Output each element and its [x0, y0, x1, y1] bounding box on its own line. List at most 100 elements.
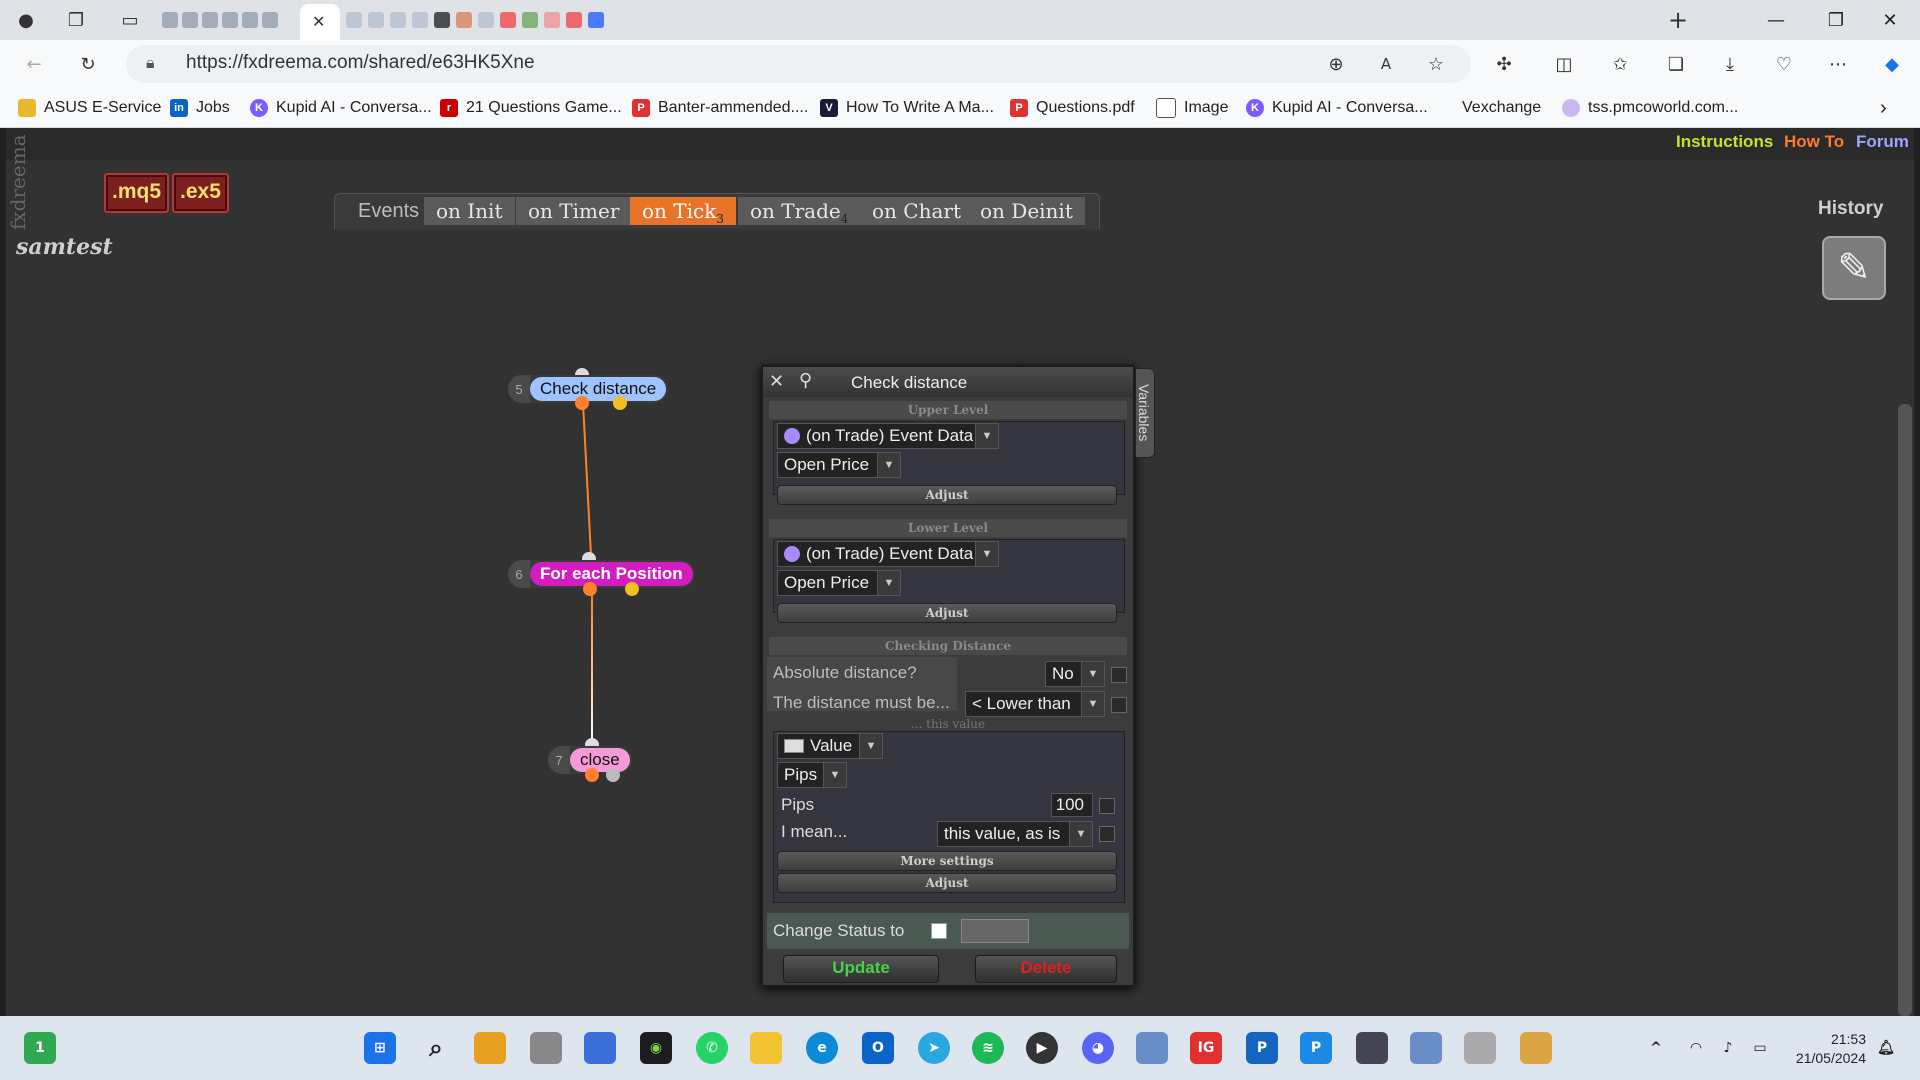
telegram-icon[interactable]: ➤ — [918, 1032, 950, 1064]
battery-icon[interactable]: ▭ — [1744, 1032, 1776, 1064]
favorites-icon[interactable]: ✩ — [1604, 48, 1636, 80]
new-tab-icon[interactable]: + — [1662, 4, 1694, 36]
zoom-icon[interactable]: ⊕ — [1320, 48, 1352, 80]
volume-icon[interactable]: ♪ — [1712, 1032, 1744, 1064]
task-view-icon[interactable] — [530, 1032, 562, 1064]
i-mean-checkbox[interactable] — [1099, 826, 1115, 842]
start-icon[interactable]: ⊞ — [364, 1032, 396, 1064]
pips-input[interactable]: 100 — [1051, 793, 1093, 817]
chevron-down-icon[interactable]: ▼ — [975, 542, 998, 566]
widgets-icon[interactable]: 1 — [24, 1032, 56, 1064]
media-player-icon[interactable]: ▶ — [1026, 1032, 1058, 1064]
chevron-down-icon[interactable]: ▼ — [975, 424, 998, 448]
downloads-icon[interactable]: ⤓ — [1714, 48, 1746, 80]
tab-on-chart[interactable]: on Chart — [860, 197, 974, 225]
bookmark-item[interactable]: r 21 Questions Game... — [440, 98, 622, 118]
minimize-icon[interactable]: — — [1746, 0, 1806, 40]
workspaces-icon[interactable]: ❐ — [60, 4, 92, 36]
instructions-link[interactable]: Instructions — [1676, 132, 1773, 152]
output-connector-yellow[interactable] — [625, 582, 639, 596]
bookmark-item[interactable]: K Kupid AI - Conversa... — [250, 98, 432, 118]
tab-favicon[interactable] — [390, 12, 406, 28]
chevron-down-icon[interactable]: ▼ — [823, 763, 846, 787]
upper-source-select[interactable]: (on Trade) Event Data ▼ — [777, 423, 999, 449]
tab-favicon[interactable] — [456, 12, 472, 28]
collections-icon[interactable]: ❏ — [1660, 48, 1692, 80]
bookmark-item[interactable]: ASUS E-Service — [18, 98, 161, 118]
mq5-button[interactable]: .mq5 — [104, 173, 170, 213]
tab-on-init[interactable]: on Init — [424, 197, 516, 225]
system-clock[interactable]: 21:53 21/05/2024 — [1776, 1030, 1866, 1068]
bookmark-item[interactable]: tss.pmcoworld.com... — [1562, 98, 1738, 118]
wifi-icon[interactable]: ◠ — [1680, 1032, 1712, 1064]
p-app-icon[interactable]: P — [1246, 1032, 1278, 1064]
app-icon[interactable] — [584, 1032, 616, 1064]
discord-icon[interactable]: ◕ — [1082, 1032, 1114, 1064]
tab-favicon[interactable] — [478, 12, 494, 28]
tab-favicon[interactable] — [346, 12, 362, 28]
distance-comparison-checkbox[interactable] — [1111, 697, 1127, 713]
favorite-star-icon[interactable]: ☆ — [1420, 48, 1452, 80]
change-status-checkbox[interactable] — [931, 923, 947, 939]
bookmark-item[interactable]: P Questions.pdf — [1010, 98, 1135, 118]
tab-favicon[interactable] — [500, 12, 516, 28]
speed-icon[interactable] — [1356, 1032, 1388, 1064]
lock-icon[interactable]: 🔒︎ — [146, 53, 155, 73]
chevron-down-icon[interactable]: ▼ — [859, 734, 882, 758]
history-button[interactable]: History — [1818, 198, 1883, 220]
bookmark-item[interactable]: Vexchange — [1436, 98, 1541, 118]
chevron-down-icon[interactable]: ▼ — [1069, 822, 1092, 846]
block-for-each-position[interactable]: 6 For each Position — [508, 560, 695, 588]
browser-essentials-icon[interactable]: ♡ — [1768, 48, 1800, 80]
extensions-icon[interactable]: ✣ — [1488, 48, 1520, 80]
forum-link[interactable]: Forum — [1856, 132, 1909, 152]
tab-favicon[interactable] — [588, 12, 604, 28]
tab-on-timer[interactable]: on Timer — [516, 197, 633, 225]
pin-icon[interactable]: ⚲ — [799, 370, 812, 391]
bookmark-item[interactable]: Image — [1156, 98, 1228, 118]
more-settings-button[interactable]: More settings — [777, 851, 1117, 871]
lower-source-select[interactable]: (on Trade) Event Data ▼ — [777, 541, 999, 567]
chevron-down-icon[interactable]: ▼ — [877, 453, 900, 477]
chevron-down-icon[interactable]: ▼ — [1081, 692, 1104, 716]
status-select[interactable] — [961, 919, 1029, 943]
notification-bell-icon[interactable]: 🔔︎ — [1870, 1032, 1902, 1064]
outlook-icon[interactable]: O — [862, 1032, 894, 1064]
close-icon[interactable]: ✕ — [769, 371, 784, 392]
app-icon[interactable] — [1520, 1032, 1552, 1064]
i-mean-select[interactable]: this value, as is ▼ — [937, 821, 1093, 847]
output-connector-gray[interactable] — [606, 768, 620, 782]
tab-favicon[interactable] — [182, 12, 198, 28]
whatsapp-icon[interactable]: ✆ — [696, 1032, 728, 1064]
bookmarks-more-icon[interactable]: › — [1880, 97, 1887, 119]
tab-favicon[interactable] — [544, 12, 560, 28]
output-connector-orange[interactable] — [585, 768, 599, 782]
tab-favicon[interactable] — [522, 12, 538, 28]
file-explorer-icon[interactable] — [750, 1032, 782, 1064]
nvidia-icon[interactable]: ◉ — [640, 1032, 672, 1064]
tab-on-tick[interactable]: on Tick3 — [630, 197, 737, 226]
app-icon[interactable] — [1136, 1032, 1168, 1064]
tab-favicon[interactable] — [566, 12, 582, 28]
back-icon[interactable]: ← — [18, 48, 50, 80]
profile-icon[interactable]: ● — [10, 4, 42, 36]
ex5-button[interactable]: .ex5 — [172, 173, 229, 213]
distance-comparison-select[interactable]: < Lower than ▼ — [965, 691, 1105, 717]
output-connector-orange[interactable] — [583, 582, 597, 596]
copilot-icon[interactable]: ◆ — [1876, 48, 1908, 80]
reload-icon[interactable]: ↻ — [72, 48, 104, 80]
tab-favicon[interactable] — [262, 12, 278, 28]
upper-field-select[interactable]: Open Price ▼ — [777, 452, 901, 478]
workspace-scrollbar[interactable] — [1898, 404, 1912, 1016]
value-unit-select[interactable]: Pips ▼ — [777, 762, 847, 788]
close-window-icon[interactable]: ✕ — [1860, 0, 1920, 40]
variables-tab[interactable]: Variables — [1135, 368, 1155, 458]
split-screen-icon[interactable]: ◫ — [1548, 48, 1580, 80]
edge-icon[interactable]: e — [806, 1032, 838, 1064]
update-button[interactable]: Update — [783, 955, 939, 983]
spotify-icon[interactable]: ≋ — [972, 1032, 1004, 1064]
url-text[interactable]: https://fxdreema.com/shared/e63HK5Xne — [186, 52, 535, 74]
output-connector-orange[interactable] — [575, 396, 589, 410]
bookmark-item[interactable]: K Kupid AI - Conversa... — [1246, 98, 1428, 118]
absolute-distance-select[interactable]: No ▼ — [1045, 661, 1105, 687]
